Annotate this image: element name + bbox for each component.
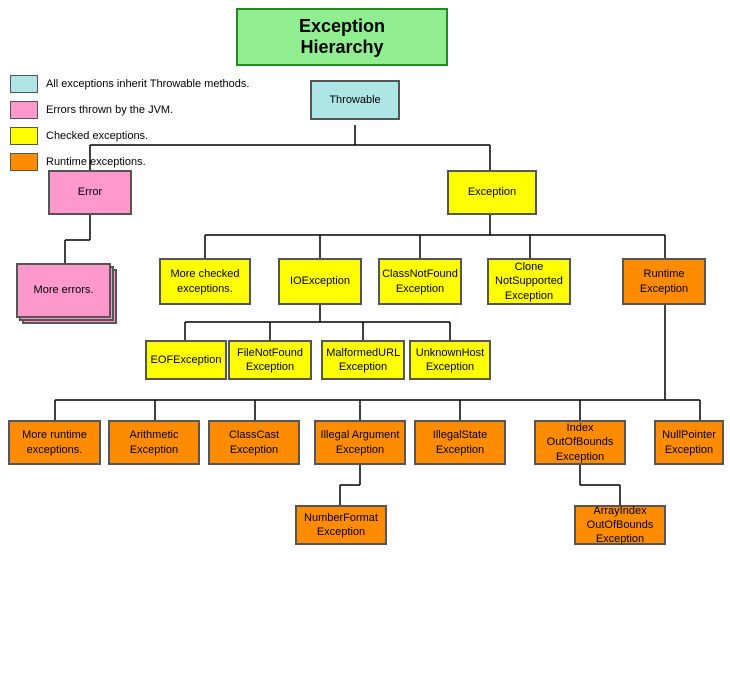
- node-throwable: Throwable: [310, 80, 400, 120]
- node-clone-notsupported: Clone NotSupported Exception: [487, 258, 571, 305]
- title: Exception Hierarchy: [236, 8, 448, 66]
- node-error: Error: [48, 170, 132, 215]
- legend-label-yellow: Checked exceptions.: [46, 130, 148, 142]
- legend-item-cyan: All exceptions inherit Throwable methods…: [10, 75, 249, 93]
- node-runtime: Runtime Exception: [622, 258, 706, 305]
- legend-item-orange: Runtime exceptions.: [10, 153, 249, 171]
- node-more-errors-wrapper: More errors.: [16, 263, 111, 318]
- node-arrayindex: ArrayIndex OutOfBounds Exception: [574, 505, 666, 545]
- node-nullpointer: NullPointer Exception: [654, 420, 724, 465]
- legend-label-orange: Runtime exceptions.: [46, 156, 146, 168]
- node-numberformat: NumberFormat Exception: [295, 505, 387, 545]
- legend-color-orange: [10, 153, 38, 171]
- page-container: Exception Hierarchy All exceptions inher…: [0, 0, 730, 688]
- legend-color-cyan: [10, 75, 38, 93]
- node-ioexception: IOException: [278, 258, 362, 305]
- node-indexoutofbounds: Index OutOfBounds Exception: [534, 420, 626, 465]
- legend-item-yellow: Checked exceptions.: [10, 127, 249, 145]
- node-more-checked: More checked exceptions.: [159, 258, 251, 305]
- node-classcast: ClassCast Exception: [208, 420, 300, 465]
- legend-item-pink: Errors thrown by the JVM.: [10, 101, 249, 119]
- legend-color-yellow: [10, 127, 38, 145]
- node-malformedurl: MalformedURL Exception: [321, 340, 405, 380]
- legend-label-cyan: All exceptions inherit Throwable methods…: [46, 78, 249, 90]
- legend-color-pink: [10, 101, 38, 119]
- node-arithmetic: Arithmetic Exception: [108, 420, 200, 465]
- node-eofexception: EOFException: [145, 340, 227, 380]
- node-classnotfound: ClassNotFound Exception: [378, 258, 462, 305]
- node-unknownhost: UnknownHost Exception: [409, 340, 491, 380]
- legend-label-pink: Errors thrown by the JVM.: [46, 104, 173, 116]
- legend: All exceptions inherit Throwable methods…: [10, 75, 249, 179]
- node-illegalarg: Illegal Argument Exception: [314, 420, 406, 465]
- node-more-runtime: More runtime exceptions.: [8, 420, 101, 465]
- node-filenotfound: FileNotFound Exception: [228, 340, 312, 380]
- node-illegalstate: IllegalState Exception: [414, 420, 506, 465]
- node-exception: Exception: [447, 170, 537, 215]
- node-more-errors: More errors.: [16, 263, 111, 318]
